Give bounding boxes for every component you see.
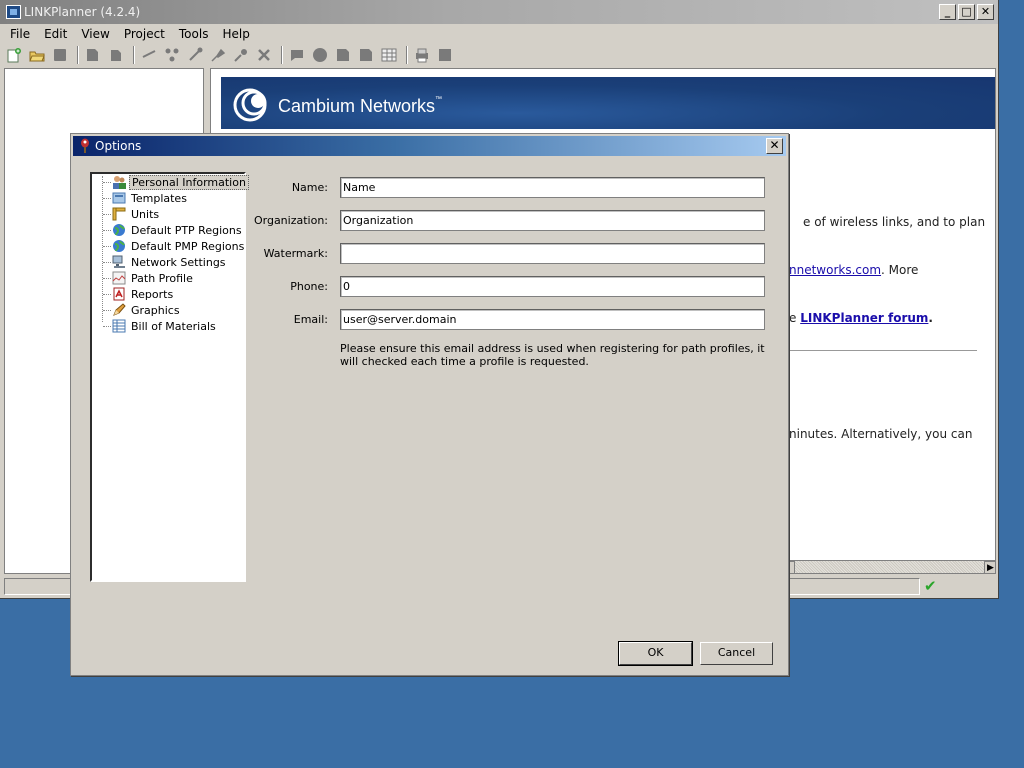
check-icon: ✔ — [924, 577, 937, 595]
delete-icon[interactable] — [256, 47, 272, 63]
email-field[interactable] — [340, 309, 765, 330]
welcome-text-line: nnetworks.com. More — [789, 263, 919, 277]
paste-icon[interactable] — [108, 47, 124, 63]
menu-tools[interactable]: Tools — [169, 25, 213, 43]
welcome-text-line: ninutes. Alternatively, you can — [789, 427, 973, 441]
add-link-icon[interactable] — [187, 47, 203, 63]
watermark-label: Watermark: — [263, 247, 328, 260]
tree-label: Units — [131, 207, 160, 221]
options-category-tree: Personal Information Templates Units Def… — [90, 172, 249, 582]
phone-field[interactable] — [340, 276, 765, 297]
forum-link[interactable]: LINKPlanner forum — [800, 311, 928, 325]
name-field[interactable] — [340, 177, 765, 198]
stop-icon[interactable] — [437, 47, 453, 63]
options-dialog: Options ✕ Personal Information Templates… — [70, 133, 789, 676]
globe-icon — [113, 240, 125, 252]
welcome-text-line: e of wireless links, and to plan — [803, 215, 986, 229]
copy-icon[interactable] — [85, 47, 101, 63]
welcome-text-line: e LINKPlanner forum. — [789, 311, 933, 325]
open-project-icon[interactable] — [29, 47, 45, 63]
new-project-icon[interactable] — [6, 47, 22, 63]
minimize-button[interactable]: _ — [939, 4, 956, 20]
menu-edit[interactable]: Edit — [34, 25, 71, 43]
menu-help[interactable]: Help — [212, 25, 253, 43]
horizontal-scrollbar[interactable]: ▶ — [787, 560, 995, 573]
dialog-close-button[interactable]: ✕ — [766, 138, 783, 154]
main-titlebar[interactable]: LINKPlanner (4.2.4) _ □ ✕ — [0, 0, 998, 24]
tree-label: Graphics — [131, 303, 180, 317]
pmp-icon[interactable] — [210, 47, 226, 63]
email-note: Please ensure this email address is used… — [340, 342, 765, 368]
phone-label: Phone: — [290, 280, 328, 293]
cambium-logo-icon — [233, 88, 267, 122]
tree-item-path-profile[interactable]: Path Profile — [92, 270, 195, 286]
brand-name: Cambium Networks™ — [278, 96, 443, 116]
tree-label: Bill of Materials — [131, 319, 216, 333]
toolbar-separator — [281, 46, 283, 64]
globe-icon — [113, 224, 125, 236]
tree-item-units[interactable]: Units — [92, 206, 161, 222]
cancel-button[interactable]: Cancel — [700, 642, 773, 665]
brand-banner: Cambium Networks™ — [221, 77, 995, 129]
website-link[interactable]: nnetworks.com — [789, 263, 881, 277]
email-label: Email: — [293, 313, 328, 326]
tree-item-bill-of-materials[interactable]: Bill of Materials — [92, 318, 218, 334]
toolbar-separator — [77, 46, 79, 64]
export-icon[interactable] — [358, 47, 374, 63]
close-button[interactable]: ✕ — [977, 4, 994, 20]
watermark-field[interactable] — [340, 243, 765, 264]
name-label: Name: — [291, 181, 328, 194]
comment-icon[interactable] — [289, 47, 305, 63]
menu-file[interactable]: File — [0, 25, 34, 43]
ptp-icon[interactable] — [233, 47, 249, 63]
profile-icon — [112, 271, 126, 285]
tree-item-templates[interactable]: Templates — [92, 190, 189, 206]
window-title: LINKPlanner (4.2.4) — [24, 5, 141, 19]
scroll-right-arrow-icon[interactable]: ▶ — [984, 561, 995, 573]
app-icon — [6, 5, 21, 19]
toolbar-separator — [406, 46, 408, 64]
toolbar — [0, 44, 998, 66]
options-titlebar[interactable]: Options ✕ — [73, 136, 786, 156]
menu-view[interactable]: View — [71, 25, 113, 43]
save-icon[interactable] — [52, 47, 68, 63]
report-icon[interactable] — [335, 47, 351, 63]
network-icon — [112, 255, 125, 268]
tree-item-graphics[interactable]: Graphics — [92, 302, 182, 318]
tree-label: Reports — [131, 287, 174, 301]
network-icon[interactable] — [164, 47, 180, 63]
menubar: File Edit View Project Tools Help — [0, 25, 998, 43]
toolbar-separator — [133, 46, 135, 64]
table-icon — [112, 319, 126, 333]
organization-label: Organization: — [253, 214, 328, 227]
ok-button[interactable]: OK — [619, 642, 692, 665]
print-icon[interactable] — [414, 47, 430, 63]
menu-project[interactable]: Project — [114, 25, 169, 43]
tree-label: Path Profile — [131, 271, 193, 285]
table-icon[interactable] — [381, 47, 397, 63]
divider — [787, 350, 977, 351]
tree-item-reports[interactable]: Reports — [92, 286, 175, 302]
pdf-icon — [113, 287, 125, 301]
ruler-icon — [112, 207, 126, 221]
dialog-title: Options — [95, 139, 142, 153]
options-icon — [81, 138, 89, 153]
window-controls: _ □ ✕ — [939, 4, 994, 20]
link-icon[interactable] — [141, 47, 157, 63]
tree-label: Templates — [131, 191, 187, 205]
template-icon — [112, 192, 126, 204]
site-icon[interactable] — [312, 47, 328, 63]
user-icon — [113, 176, 126, 189]
maximize-button[interactable]: □ — [958, 4, 975, 20]
organization-field[interactable] — [340, 210, 765, 231]
pencil-icon — [113, 303, 126, 316]
